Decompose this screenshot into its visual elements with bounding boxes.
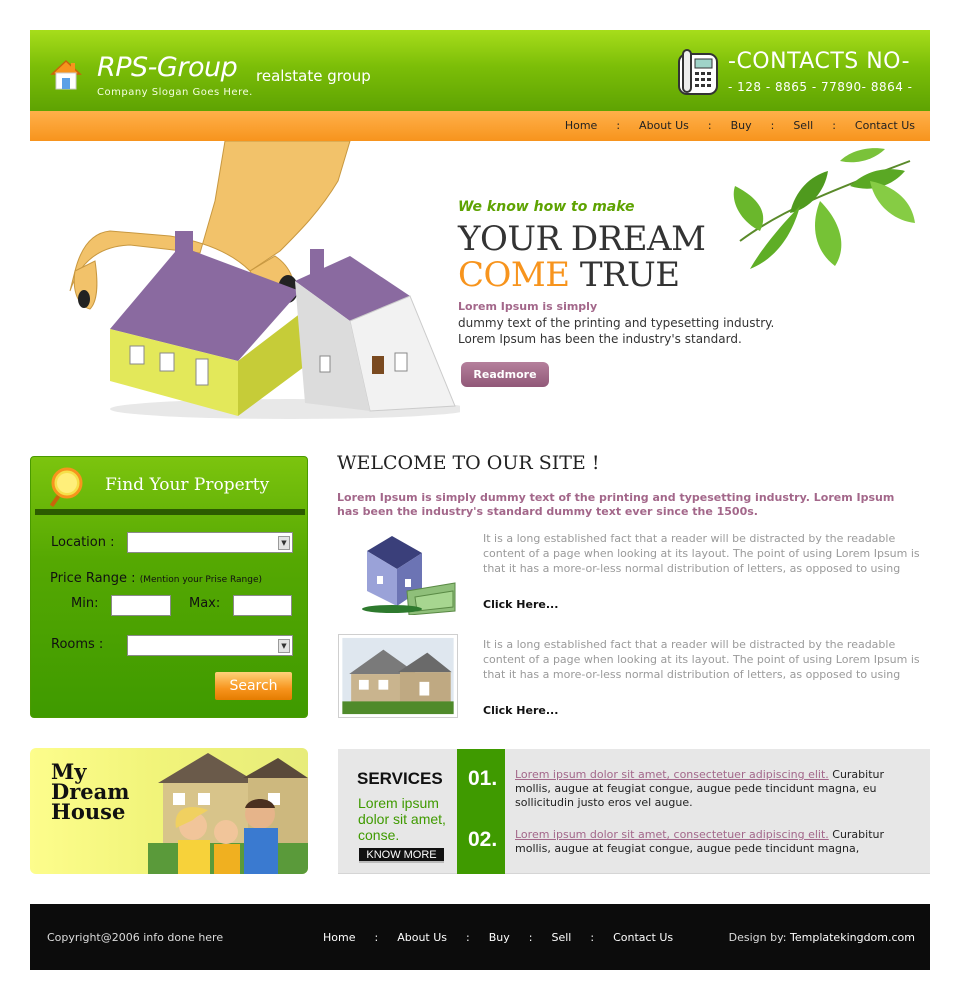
min-price-input[interactable] <box>111 595 171 616</box>
divider <box>35 509 305 515</box>
price-range-hint: (Mention your Prise Range) <box>139 575 263 585</box>
search-button[interactable]: Search <box>215 672 292 700</box>
brand-name: RPS-Group <box>97 52 238 83</box>
footer-nav-home[interactable]: Home <box>323 931 355 944</box>
service-link[interactable]: Lorem ipsum dolor sit amet, consectetuer… <box>515 768 829 781</box>
service-number: 01. <box>468 767 498 790</box>
company-slogan: Company Slogan Goes Here. <box>97 87 253 98</box>
nav-contact-us[interactable]: Contact Us <box>855 119 915 132</box>
nav-buy[interactable]: Buy <box>731 119 752 132</box>
dream-house-line: House <box>51 799 126 824</box>
service-item: Lorem ipsum dolor sit amet, consectetuer… <box>515 828 920 856</box>
know-more-button[interactable]: KNOW MORE <box>359 848 444 863</box>
hero-headline-rest: TRUE <box>569 255 680 295</box>
find-property-panel: Find Your Property Location : ▼ Price Ra… <box>30 456 308 718</box>
nav-home[interactable]: Home <box>565 119 597 132</box>
nav-separator: : <box>590 931 595 944</box>
min-label: Min: <box>71 596 99 611</box>
footer-nav-buy[interactable]: Buy <box>489 931 510 944</box>
house-with-money-image <box>337 531 457 615</box>
footer-nav-sell[interactable]: Sell <box>551 931 571 944</box>
hero-lorem-body: dummy text of the printing and typesetti… <box>458 315 774 347</box>
chevron-down-icon: ▼ <box>278 536 290 550</box>
contacts-number: - 128 - 8865 - 77890- 8864 - <box>728 80 913 94</box>
rooms-label: Rooms : <box>51 637 104 652</box>
hero-headline-highlight: COME <box>458 255 570 295</box>
hero-headline-line1: YOUR DREAM <box>458 219 706 259</box>
price-range-text: Price Range : <box>50 571 136 586</box>
header-bar: RPS-Group realstate group Company Slogan… <box>30 30 930 111</box>
service-item: Lorem ipsum dolor sit amet, consectetuer… <box>515 768 920 810</box>
copyright-text: Copyright@2006 info done here <box>47 931 224 944</box>
service-number: 02. <box>468 828 498 851</box>
welcome-item-text: It is a long established fact that a rea… <box>483 638 920 681</box>
hero-tagline: We know how to make <box>458 199 635 215</box>
nav-separator: : <box>832 119 836 132</box>
welcome-item-text: It is a long established fact that a rea… <box>483 532 920 575</box>
services-title: SERVICES <box>357 769 443 788</box>
hero-lorem-heading: Lorem Ipsum is simply <box>458 300 598 313</box>
find-property-header: Find Your Property <box>31 457 307 513</box>
hero-lorem-line: Lorem Ipsum has been the industry's stan… <box>458 332 742 346</box>
services-subtitle: Lorem ipsum dolor sit amet, conse. <box>358 795 446 843</box>
designer-link[interactable]: Templatekingdom.com <box>790 931 915 944</box>
design-credit-prefix: Design by: <box>728 931 790 944</box>
chevron-down-icon: ▼ <box>278 639 290 653</box>
magnifier-icon <box>49 467 83 508</box>
footer-nav: Home : About Us : Buy : Sell : Contact U… <box>323 931 673 944</box>
nav-separator: : <box>616 119 621 132</box>
location-label: Location : <box>51 535 115 550</box>
leaves-decoration-image <box>733 148 915 269</box>
nav-separator: : <box>466 931 470 944</box>
location-select[interactable]: ▼ <box>127 532 293 553</box>
brand-subtitle: realstate group <box>256 67 371 85</box>
readmore-button[interactable]: Readmore <box>461 362 549 387</box>
dream-house-title: My Dream House <box>51 761 129 824</box>
rooms-select[interactable]: ▼ <box>127 635 293 656</box>
nav-separator: : <box>707 119 712 132</box>
stone-house-image <box>338 634 458 718</box>
family-house-image <box>148 753 308 874</box>
contacts-title: -CONTACTS NO- <box>728 49 911 74</box>
my-dream-house-banner[interactable]: My Dream House <box>30 748 308 874</box>
hero-lorem-line: dummy text of the printing and typesetti… <box>458 316 775 330</box>
nav-separator: : <box>374 931 379 944</box>
service-link[interactable]: Lorem ipsum dolor sit amet, consectetuer… <box>515 828 829 841</box>
design-credit: Design by: Templatekingdom.com <box>729 931 915 944</box>
hero-banner: We know how to make YOUR DREAM COME TRUE… <box>30 141 930 431</box>
house-logo-icon <box>50 59 82 90</box>
price-range-label: Price Range : (Mention your Prise Range) <box>50 571 262 586</box>
click-here-link[interactable]: Click Here... <box>483 598 558 611</box>
footer-nav-contact-us[interactable]: Contact Us <box>613 931 673 944</box>
footer-nav-about-us[interactable]: About Us <box>397 931 447 944</box>
top-nav: Home : About Us : Buy : Sell : Contact U… <box>30 111 930 141</box>
max-price-input[interactable] <box>233 595 292 616</box>
nav-separator: : <box>528 931 533 944</box>
services-panel: SERVICES Lorem ipsum dolor sit amet, con… <box>338 749 930 874</box>
find-property-title: Find Your Property <box>105 475 270 495</box>
footer: Copyright@2006 info done here Home : Abo… <box>30 904 930 970</box>
nav-sell[interactable]: Sell <box>793 119 813 132</box>
hand-holding-house-image <box>69 141 460 419</box>
telephone-icon <box>678 49 718 95</box>
hero-headline-line2: COME TRUE <box>458 255 680 295</box>
nav-separator: : <box>770 119 775 132</box>
click-here-link[interactable]: Click Here... <box>483 704 558 717</box>
welcome-intro: Lorem Ipsum is simply dummy text of the … <box>337 491 895 518</box>
welcome-title: WELCOME TO OUR SITE ! <box>337 452 600 474</box>
max-label: Max: <box>189 596 221 611</box>
nav-about-us[interactable]: About Us <box>639 119 689 132</box>
